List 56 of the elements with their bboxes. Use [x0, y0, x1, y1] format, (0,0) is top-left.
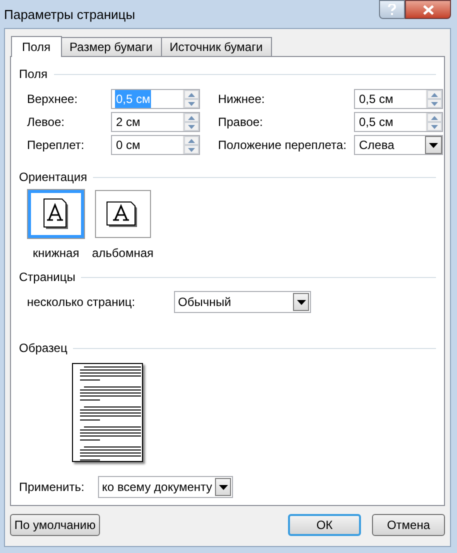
- portrait-page-icon: [42, 198, 70, 230]
- dropdown[interactable]: Слева: [354, 135, 443, 155]
- dialog-button[interactable]: По умолчанию: [10, 514, 100, 536]
- orientation-button[interactable]: [28, 190, 84, 238]
- spin-up-button[interactable]: [184, 113, 199, 122]
- spin-down-button[interactable]: [184, 145, 199, 154]
- up-arrow-icon: [188, 138, 195, 142]
- section-heading: Поля: [19, 66, 48, 83]
- up-arrow-icon: [431, 116, 438, 120]
- dialog-button[interactable]: ОК: [288, 514, 361, 536]
- tab[interactable]: Источник бумаги: [160, 37, 272, 56]
- spin-down-button[interactable]: [427, 99, 442, 108]
- spin-up-button[interactable]: [184, 136, 199, 145]
- orientation-label: альбомная: [92, 245, 154, 262]
- spin-down-button[interactable]: [184, 122, 199, 131]
- up-arrow-icon: [188, 116, 195, 120]
- window-title: Параметры страницы: [4, 6, 136, 24]
- spin-box[interactable]: 0,5 см: [354, 112, 443, 132]
- field-label: Переплет:: [27, 137, 86, 154]
- spin-down-button[interactable]: [427, 122, 442, 131]
- down-arrow-icon: [188, 124, 195, 128]
- field-label: Правое:: [218, 114, 264, 131]
- section-heading: Страницы: [19, 269, 76, 286]
- dropdown[interactable]: ко всему документу: [98, 476, 233, 498]
- help-button[interactable]: [379, 0, 405, 19]
- tab[interactable]: Поля: [11, 36, 62, 57]
- down-arrow-icon: [188, 148, 195, 152]
- down-arrow-icon: [188, 102, 195, 106]
- section-heading: Образец: [19, 340, 68, 357]
- orientation-label: книжная: [32, 245, 80, 262]
- field-label: Положение переплета:: [218, 137, 348, 154]
- down-arrow-icon: [431, 102, 438, 106]
- spin-box[interactable]: 0 см: [111, 135, 200, 155]
- field-label: Нижнее:: [218, 91, 266, 108]
- dialog-button[interactable]: Отмена: [372, 514, 445, 536]
- spin-down-button[interactable]: [184, 99, 199, 108]
- up-arrow-icon: [431, 92, 438, 96]
- field-label: Применить:: [19, 479, 86, 496]
- field-label: несколько страниц:: [27, 294, 136, 311]
- spin-box[interactable]: 2 см: [111, 112, 200, 132]
- tab[interactable]: Размер бумаги: [60, 37, 162, 56]
- spin-box[interactable]: 0,5 см: [354, 89, 443, 109]
- spin-up-button[interactable]: [427, 113, 442, 122]
- close-button[interactable]: [405, 0, 451, 19]
- down-arrow-icon: [431, 124, 438, 128]
- question-icon: [388, 4, 396, 15]
- field-label: Верхнее:: [27, 91, 79, 108]
- spin-up-button[interactable]: [184, 90, 199, 99]
- dropdown[interactable]: Обычный: [174, 291, 311, 313]
- section-heading: Ориентация: [19, 169, 88, 186]
- field-label: Левое:: [27, 114, 66, 131]
- landscape-page-icon: [106, 200, 140, 228]
- up-arrow-icon: [188, 92, 195, 96]
- spin-up-button[interactable]: [427, 90, 442, 99]
- close-icon: [422, 4, 434, 14]
- orientation-button[interactable]: [94, 190, 151, 238]
